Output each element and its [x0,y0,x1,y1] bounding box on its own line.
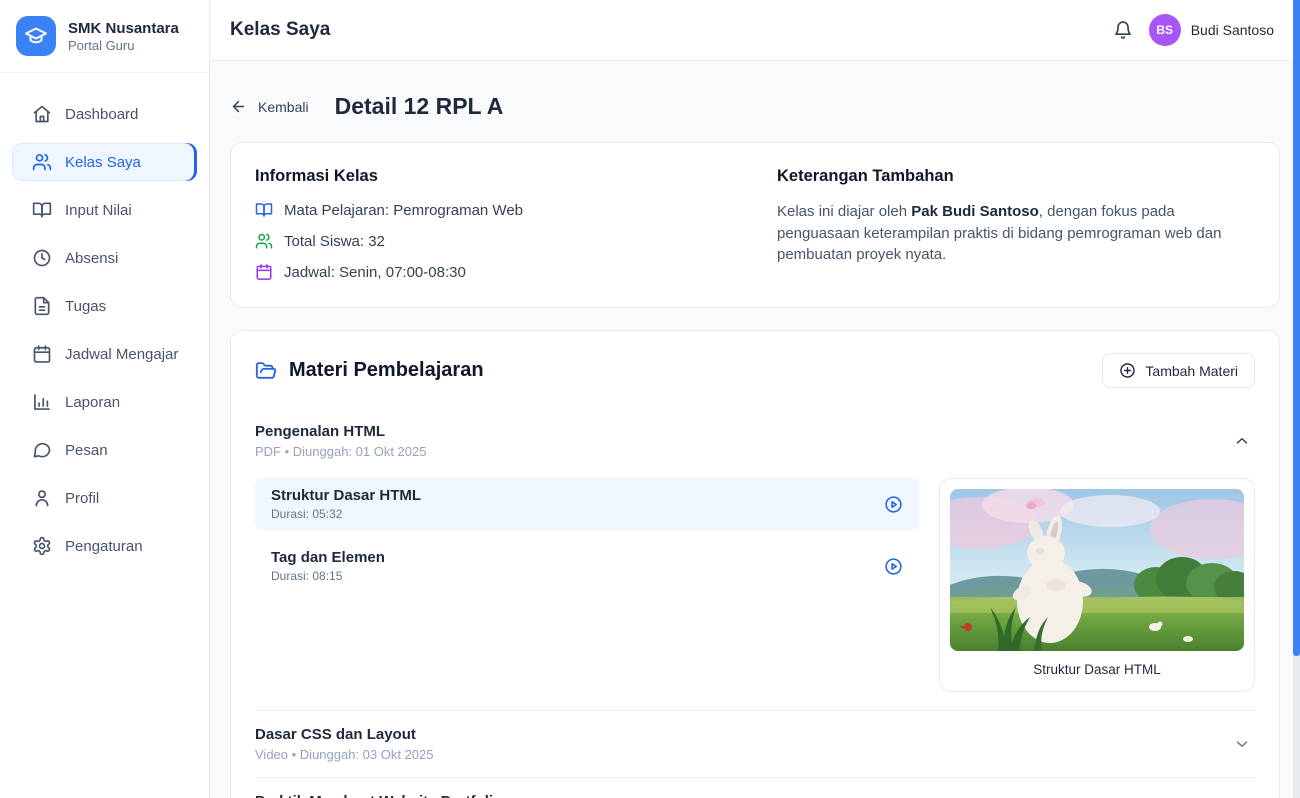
play-circle-icon[interactable] [884,557,903,576]
arrow-left-icon [230,98,247,115]
calendar-icon [32,344,52,364]
sidebar-item-label: Jadwal Mengajar [65,346,178,363]
main-area: Kelas Saya BS Budi Santoso Kembali Detai… [210,0,1300,798]
materials-card: Materi Pembelajaran Tambah Materi Pengen… [230,330,1280,798]
chevron-up-icon[interactable] [1233,432,1251,450]
sidebar-item-pesan[interactable]: Pesan [12,431,197,469]
folder-open-icon [255,360,277,382]
video-preview-card: Struktur Dasar HTML [939,478,1255,692]
material-row-pengenalan-html[interactable]: Pengenalan HTML PDF • Diunggah: 01 Okt 2… [255,408,1255,474]
avatar: BS [1149,14,1181,46]
materials-list: Pengenalan HTML PDF • Diunggah: 01 Okt 2… [255,408,1255,798]
material-expanded-panel: Struktur Dasar HTML Durasi: 05:32 Tag da… [255,478,1255,692]
material-row-praktik-website[interactable]: Praktik Membuat Website Portfolio Dokume… [255,777,1255,798]
sidebar-item-label: Dashboard [65,106,138,123]
add-material-button[interactable]: Tambah Materi [1102,353,1255,388]
sidebar: SMK Nusantara Portal Guru Dashboard Kela… [0,0,210,798]
graduation-cap-icon [24,24,48,48]
sidebar-item-kelas-saya[interactable]: Kelas Saya [12,143,197,181]
sidebar-item-label: Input Nilai [65,202,132,219]
brand-subtitle: Portal Guru [68,38,179,53]
page-title: Detail 12 RPL A [335,93,504,120]
video-preview-caption: Struktur Dasar HTML [950,662,1244,677]
brand: SMK Nusantara Portal Guru [0,0,209,72]
video-row-tag-dan-elemen[interactable]: Tag dan Elemen Durasi: 08:15 [255,540,919,592]
info-total-students-text: Total Siswa: 32 [284,233,385,250]
user-menu[interactable]: BS Budi Santoso [1149,14,1274,46]
sidebar-item-absensi[interactable]: Absensi [12,239,197,277]
app-window: SMK Nusantara Portal Guru Dashboard Kela… [0,0,1300,798]
bell-icon [1113,20,1133,40]
notes-paragraph: Kelas ini diajar oleh Pak Budi Santoso, … [777,201,1255,266]
sidebar-item-profil[interactable]: Profil [12,479,197,517]
book-icon [255,201,273,219]
video-thumbnail[interactable] [950,489,1244,651]
topbar: Kelas Saya BS Budi Santoso [210,0,1300,61]
video-title: Tag dan Elemen [271,549,385,566]
info-schedule: Jadwal: Senin, 07:00-08:30 [255,263,733,281]
chart-icon [32,392,52,412]
class-info-card: Informasi Kelas Mata Pelajaran: Pemrogra… [230,142,1280,308]
plus-circle-icon [1119,362,1136,379]
users-icon [255,232,273,250]
clock-icon [32,248,52,268]
info-schedule-text: Jadwal: Senin, 07:00-08:30 [284,264,466,281]
user-name: Budi Santoso [1191,22,1274,38]
material-title: Pengenalan HTML [255,423,426,440]
users-icon [32,152,52,172]
info-card-title: Informasi Kelas [255,167,733,186]
content: Kembali Detail 12 RPL A Informasi Kelas … [210,61,1300,798]
sidebar-nav: Dashboard Kelas Saya Input Nilai Absensi… [0,73,209,565]
home-icon [32,104,52,124]
page-section-title: Kelas Saya [230,19,330,41]
sidebar-item-pengaturan[interactable]: Pengaturan [12,527,197,565]
materials-title: Materi Pembelajaran [289,359,484,382]
video-list: Struktur Dasar HTML Durasi: 05:32 Tag da… [255,478,919,692]
material-meta: PDF • Diunggah: 01 Okt 2025 [255,444,426,459]
chat-icon [32,440,52,460]
sidebar-item-label: Pengaturan [65,538,143,555]
sidebar-item-dashboard[interactable]: Dashboard [12,95,197,133]
info-subject: Mata Pelajaran: Pemrograman Web [255,201,733,219]
info-subject-text: Mata Pelajaran: Pemrograman Web [284,202,523,219]
sidebar-item-label: Profil [65,490,99,507]
back-button[interactable]: Kembali [230,98,309,115]
notes-card-title: Keterangan Tambahan [777,167,1255,186]
file-icon [32,296,52,316]
sidebar-item-jadwal-mengajar[interactable]: Jadwal Mengajar [12,335,197,373]
teacher-name-bold: Pak Budi Santoso [911,203,1039,220]
sidebar-item-tugas[interactable]: Tugas [12,287,197,325]
book-icon [32,200,52,220]
user-icon [32,488,52,508]
material-meta: Video • Diunggah: 03 Okt 2025 [255,747,434,762]
notifications-button[interactable] [1113,20,1133,40]
video-row-struktur-dasar-html[interactable]: Struktur Dasar HTML Durasi: 05:32 [255,478,919,530]
sidebar-item-input-nilai[interactable]: Input Nilai [12,191,197,229]
brand-name: SMK Nusantara [68,19,179,38]
sidebar-item-label: Laporan [65,394,120,411]
sidebar-item-laporan[interactable]: Laporan [12,383,197,421]
video-duration: Durasi: 08:15 [271,569,385,583]
video-title: Struktur Dasar HTML [271,487,421,504]
sidebar-item-label: Pesan [65,442,108,459]
scrollbar-thumb[interactable] [1293,0,1300,656]
gear-icon [32,536,52,556]
info-total-students: Total Siswa: 32 [255,232,733,250]
school-logo [16,16,56,56]
material-title: Praktik Membuat Website Portfolio [255,793,502,798]
play-circle-icon[interactable] [884,495,903,514]
video-duration: Durasi: 05:32 [271,507,421,521]
material-title: Dasar CSS dan Layout [255,726,434,743]
sidebar-item-label: Kelas Saya [65,154,141,171]
calendar-icon [255,263,273,281]
back-label: Kembali [258,99,309,115]
sidebar-item-label: Tugas [65,298,106,315]
material-row-dasar-css[interactable]: Dasar CSS dan Layout Video • Diunggah: 0… [255,710,1255,777]
chevron-down-icon[interactable] [1233,735,1251,753]
sidebar-item-label: Absensi [65,250,118,267]
add-material-label: Tambah Materi [1145,363,1238,379]
